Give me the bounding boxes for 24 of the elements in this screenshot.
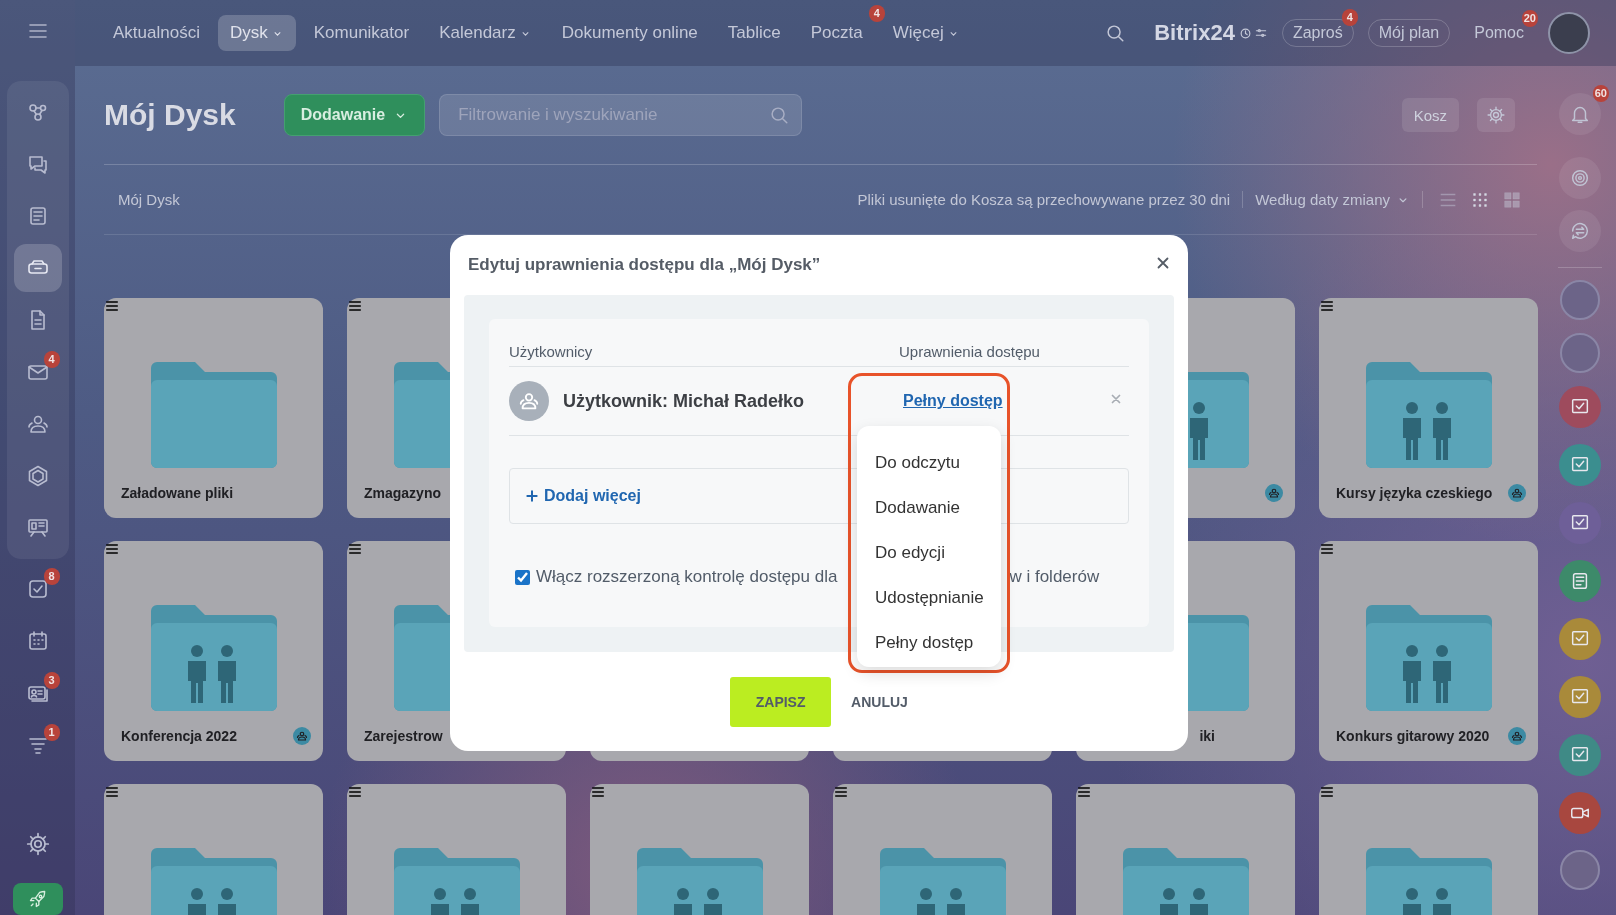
page-title: Mój Dysk: [104, 98, 236, 132]
folder-name: Konkurs gitarowy 2020: [1336, 728, 1490, 744]
dialog-title: Edytuj uprawnienia dostępu dla „Mój Dysk”: [468, 255, 821, 275]
count-badge: 1: [43, 724, 60, 742]
folder-name: Kursy języka czeskiego: [1336, 485, 1493, 501]
user-name: Użytkownik: Michał Radełko: [563, 390, 806, 412]
logo-text: Bitrix24: [1154, 20, 1235, 46]
count-badge: 4: [868, 5, 885, 22]
notice-text: Pliki usunięte do Kosza są przechowywane przez 30 dni: [857, 191, 1244, 208]
count-badge: 4: [1341, 9, 1358, 26]
count-badge: 60: [1592, 85, 1609, 102]
column-header: Uprawnienia dostępu: [899, 343, 1041, 360]
checkbox-label: w i folderów: [1009, 567, 1100, 587]
folder-name: Załadowane pliki: [121, 485, 234, 501]
checkbox-label: Włącz rozszerzoną kontrolę dostępu dla: [536, 567, 838, 587]
count-badge: 3: [43, 672, 60, 690]
folder-name: Konferencja 2022: [121, 728, 237, 744]
count-badge: 20: [1521, 10, 1538, 27]
column-header: Użytkownicy: [509, 343, 594, 360]
folder-name: iki: [1199, 728, 1215, 744]
folder-name: Zarejestrow: [364, 728, 443, 744]
folder-name: Zmagazyno: [364, 485, 441, 501]
count-badge: 8: [43, 568, 60, 586]
count-badge: 4: [43, 351, 60, 369]
